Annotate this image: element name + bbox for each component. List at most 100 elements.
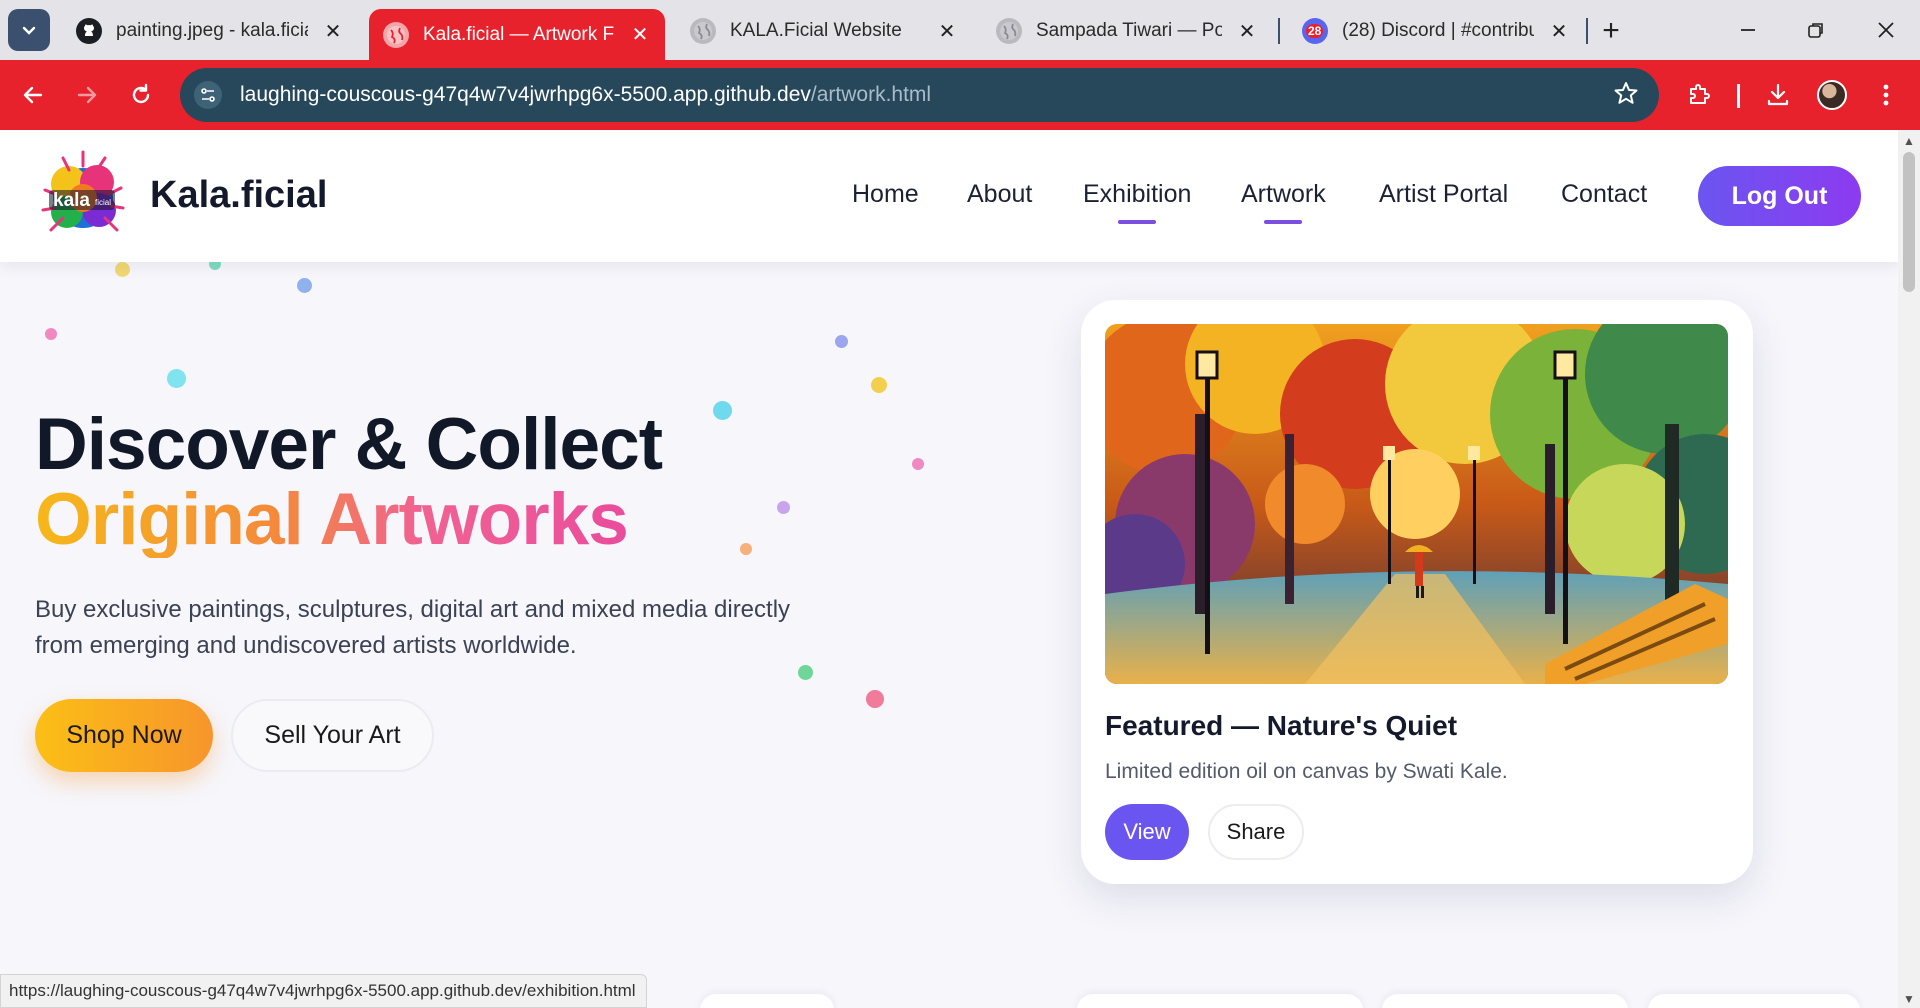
link-status-bubble: https://laughing-couscous-g47q4w7v4jwrhp… — [0, 974, 647, 1008]
nav-label: Artwork — [1241, 180, 1326, 208]
close-icon[interactable]: ✕ — [1236, 19, 1258, 44]
tab-title: painting.jpeg - kala.ficial — [116, 20, 308, 41]
featured-artwork-card: Featured — Nature's Quiet Limited editio… — [1081, 300, 1753, 884]
tab-title: Sampada Tiwari — Portfo — [1036, 20, 1222, 41]
globe-icon — [690, 18, 716, 44]
decor-dot — [740, 543, 752, 555]
nav-label: Artist Portal — [1379, 180, 1509, 208]
decor-dot — [167, 369, 186, 388]
nav-underline — [1264, 220, 1303, 224]
bookmark-star-icon[interactable] — [1613, 80, 1639, 113]
minimize-icon — [1741, 29, 1755, 31]
forward-button[interactable] — [66, 74, 108, 116]
notification-badge: 28 — [1306, 24, 1324, 38]
browser-tab-3[interactable]: KALA.Ficial Website ✕ — [676, 9, 972, 53]
decor-dot — [297, 278, 312, 293]
tab-separator — [1586, 18, 1588, 44]
scrollbar-thumb[interactable] — [1903, 152, 1915, 292]
restore-button[interactable] — [1786, 10, 1846, 50]
site-logo[interactable]: kala ficial — [35, 148, 131, 244]
url-path: /artwork.html — [810, 83, 932, 106]
close-icon[interactable]: ✕ — [629, 22, 651, 47]
brand-name[interactable]: Kala.ficial — [150, 174, 327, 217]
puzzle-icon — [1690, 84, 1710, 104]
next-section-card — [1648, 994, 1860, 1008]
tab-title: (28) Discord | #contributo — [1342, 20, 1534, 41]
hero-subtitle: Buy exclusive paintings, sculptures, dig… — [35, 592, 895, 664]
decor-dot — [777, 501, 790, 514]
tab-title: Kala.ficial — Artwork For — [423, 23, 615, 45]
extensions-button[interactable] — [1678, 74, 1720, 116]
nav-label: Contact — [1561, 180, 1648, 208]
nav-link-artist-portal[interactable]: Artist Portal — [1379, 180, 1508, 209]
featured-artwork-image[interactable] — [1105, 324, 1728, 684]
site-header: kala ficial Kala.ficial Home About Exhib… — [0, 130, 1898, 262]
discord-icon: 28 — [1302, 18, 1328, 44]
scroll-down-arrow-icon[interactable]: ▼ — [1903, 992, 1915, 1006]
close-icon[interactable]: ✕ — [322, 19, 344, 44]
site-settings-icon[interactable] — [194, 81, 222, 109]
featured-artwork-description: Limited edition oil on canvas by Swati K… — [1105, 760, 1508, 783]
next-section-card — [1077, 994, 1363, 1008]
nav-link-home[interactable]: Home — [852, 180, 919, 209]
reload-button[interactable] — [120, 74, 162, 116]
view-button[interactable]: View — [1105, 804, 1189, 860]
sell-your-art-button[interactable]: Sell Your Art — [231, 699, 434, 772]
nav-link-exhibition[interactable]: Exhibition — [1083, 180, 1192, 224]
browser-menu-button[interactable] — [1865, 74, 1907, 116]
decor-dot — [798, 665, 813, 680]
browser-tab-1[interactable]: painting.jpeg - kala.ficial ✕ — [62, 9, 358, 53]
nav-label: Home — [852, 180, 919, 208]
address-bar[interactable]: laughing-couscous-g47q4w7v4jwrhpg6x-5500… — [180, 68, 1659, 122]
close-icon — [1878, 22, 1894, 38]
nav-link-about[interactable]: About — [967, 180, 1032, 209]
minimize-button[interactable] — [1718, 10, 1778, 50]
hero-subtitle-line: from emerging and undiscovered artists w… — [35, 632, 577, 659]
github-icon — [76, 18, 102, 44]
nav-label: Exhibition — [1083, 180, 1192, 208]
tab-separator — [1278, 18, 1280, 44]
scroll-up-arrow-icon[interactable]: ▲ — [1903, 134, 1915, 148]
decor-dot — [713, 401, 732, 420]
next-section-card — [1382, 994, 1628, 1008]
nav-link-contact[interactable]: Contact — [1561, 180, 1647, 209]
nav-underline — [1118, 220, 1157, 224]
share-button[interactable]: Share — [1208, 804, 1304, 860]
nav-label: About — [967, 180, 1033, 208]
profile-button[interactable] — [1811, 74, 1853, 116]
close-icon[interactable]: ✕ — [936, 19, 958, 44]
globe-icon — [996, 18, 1022, 44]
globe-icon — [383, 21, 409, 48]
featured-artwork-title: Featured — Nature's Quiet — [1105, 710, 1458, 741]
logout-button[interactable]: Log Out — [1698, 166, 1861, 226]
paint-splash-logo-icon: kala ficial — [41, 150, 125, 232]
toolbar-separator — [1737, 84, 1740, 108]
tab-search-button[interactable] — [8, 9, 50, 51]
decor-dot — [115, 262, 130, 277]
downloads-button[interactable] — [1757, 74, 1799, 116]
new-tab-button[interactable]: + — [1591, 11, 1631, 51]
chevron-down-icon — [22, 26, 36, 35]
decor-dot — [912, 458, 924, 470]
decor-dot — [45, 328, 57, 340]
close-icon[interactable]: ✕ — [1548, 19, 1570, 44]
window-close-button[interactable] — [1856, 10, 1916, 50]
download-icon — [1767, 83, 1789, 106]
url-text[interactable]: laughing-couscous-g47q4w7v4jwrhpg6x-5500… — [240, 83, 931, 107]
arrow-right-icon — [77, 86, 97, 104]
nav-link-artwork[interactable]: Artwork — [1241, 180, 1326, 224]
arrow-left-icon — [23, 86, 43, 104]
logo-text: kala — [53, 190, 90, 211]
page-viewport: kala ficial Kala.ficial Home About Exhib… — [0, 130, 1898, 1008]
browser-tab-5[interactable]: 28 (28) Discord | #contributo ✕ — [1288, 9, 1584, 53]
hero-subtitle-line: Buy exclusive paintings, sculptures, dig… — [35, 596, 791, 623]
browser-tab-2-active[interactable]: Kala.ficial — Artwork For ✕ — [369, 9, 665, 60]
browser-toolbar: laughing-couscous-g47q4w7v4jwrhpg6x-5500… — [0, 60, 1920, 130]
painting-image — [1105, 324, 1728, 684]
browser-tab-4[interactable]: Sampada Tiwari — Portfo ✕ — [982, 9, 1272, 53]
shop-now-button[interactable]: Shop Now — [35, 699, 213, 772]
kebab-menu-icon — [1883, 84, 1889, 106]
page-scrollbar[interactable]: ▲ ▼ — [1898, 130, 1920, 1008]
back-button[interactable] — [12, 74, 54, 116]
tab-title: KALA.Ficial Website — [730, 20, 902, 41]
